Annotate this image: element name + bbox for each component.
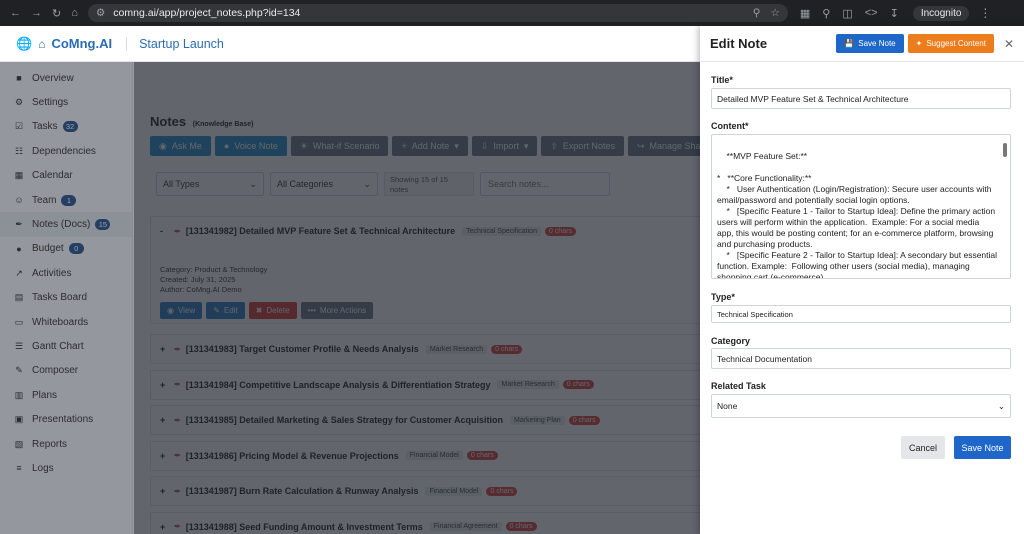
- suggest-content-label: Suggest Content: [926, 39, 986, 48]
- floppy-icon: 💾: [844, 39, 855, 48]
- reload-icon[interactable]: ↻: [52, 7, 61, 20]
- content-scrollbar[interactable]: [1003, 138, 1008, 277]
- browser-chrome: ← → ↻ ⌂ ⚙ comng.ai/app/project_notes.php…: [0, 0, 1024, 26]
- home-icon[interactable]: ⌂: [71, 7, 78, 20]
- title-input[interactable]: Detailed MVP Feature Set & Technical Arc…: [711, 88, 1011, 109]
- category-label: Category: [711, 336, 751, 346]
- save-note-top-button[interactable]: 💾 Save Note: [836, 34, 904, 53]
- key-icon[interactable]: ⚲: [753, 7, 761, 19]
- forward-icon[interactable]: →: [31, 7, 42, 20]
- browser-nav: ← → ↻ ⌂: [0, 7, 78, 20]
- browser-menu-icon[interactable]: ⋮: [979, 6, 991, 20]
- save-note-top-label: Save Note: [858, 39, 896, 48]
- content-label: Content*: [711, 121, 749, 131]
- house-icon[interactable]: ⌂: [38, 37, 45, 51]
- close-icon[interactable]: ✕: [1004, 37, 1014, 51]
- edit-note-drawer: Edit Note 💾 Save Note ✦ Suggest Content …: [700, 26, 1024, 534]
- extension-icon[interactable]: ▦: [800, 7, 810, 20]
- scrollbar-thumb[interactable]: [1003, 143, 1007, 157]
- type-input[interactable]: Technical Specification: [711, 305, 1011, 323]
- chevron-down-icon: ⌄: [997, 400, 1005, 411]
- save-note-button[interactable]: Save Note: [954, 436, 1011, 459]
- content-text: **MVP Feature Set:** * **Core Functional…: [717, 151, 998, 279]
- back-icon[interactable]: ←: [10, 7, 21, 20]
- related-task-select[interactable]: None ⌄: [711, 394, 1011, 418]
- site-info-icon[interactable]: ⚙: [96, 7, 105, 19]
- brand-name[interactable]: CoMng.AI: [51, 36, 112, 51]
- suggest-content-button[interactable]: ✦ Suggest Content: [907, 34, 994, 53]
- address-bar[interactable]: ⚙ comng.ai/app/project_notes.php?id=134 …: [87, 4, 788, 22]
- project-name[interactable]: Startup Launch: [126, 36, 224, 51]
- url-text: comng.ai/app/project_notes.php?id=134: [113, 7, 301, 19]
- cancel-button[interactable]: Cancel: [901, 436, 945, 459]
- related-task-value: None: [717, 401, 738, 411]
- sidepanel-icon[interactable]: ◫: [842, 7, 852, 20]
- download-icon[interactable]: ↧: [890, 7, 899, 20]
- globe-icon[interactable]: 🌐: [16, 36, 32, 52]
- title-label: Title*: [711, 75, 733, 85]
- content-textarea[interactable]: **MVP Feature Set:** * **Core Functional…: [711, 134, 1011, 279]
- star-icon[interactable]: ☆: [770, 7, 779, 19]
- type-label: Type*: [711, 292, 735, 302]
- drawer-header: Edit Note 💾 Save Note ✦ Suggest Content …: [700, 26, 1024, 62]
- brand[interactable]: 🌐 ⌂ CoMng.AI: [16, 36, 112, 52]
- category-input[interactable]: Technical Documentation: [711, 348, 1011, 369]
- modal-backdrop-left[interactable]: [0, 62, 700, 534]
- related-task-label: Related Task: [711, 381, 766, 391]
- browser-tools: ▦ ⚲ ◫ <> ↧: [800, 7, 899, 20]
- incognito-badge[interactable]: Incognito: [912, 5, 970, 21]
- magic-wand-icon: ✦: [915, 39, 923, 48]
- drawer-title: Edit Note: [710, 36, 768, 51]
- devtools-icon[interactable]: <>: [865, 7, 878, 20]
- tab-search-icon[interactable]: ⚲: [822, 7, 830, 20]
